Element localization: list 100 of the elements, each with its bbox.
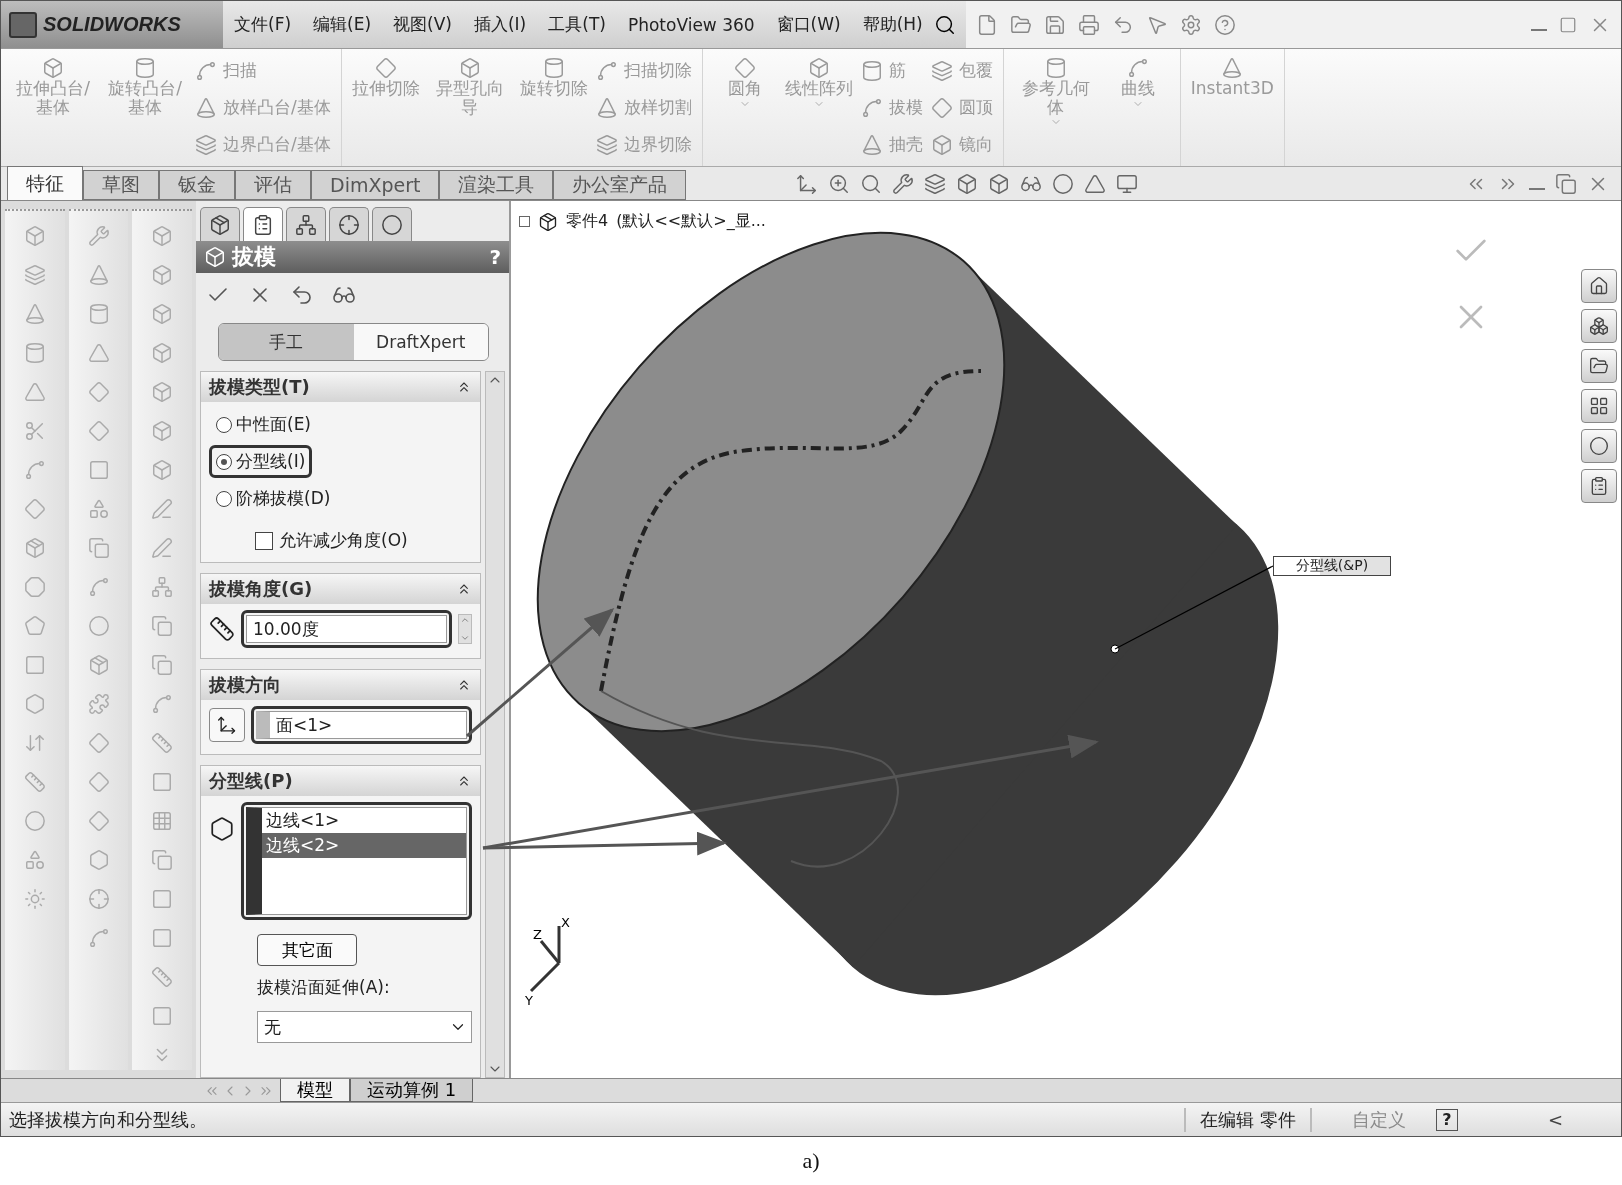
- circle-icon: [87, 615, 110, 637]
- list-item[interactable]: 边线<1>: [262, 808, 466, 833]
- clipboard-icon: [1589, 476, 1609, 496]
- extension-dropdown[interactable]: 无: [257, 1011, 472, 1043]
- task-pane-button[interactable]: [1581, 469, 1617, 503]
- radio-option[interactable]: 分型线(I): [209, 445, 313, 478]
- square-icon: [151, 888, 174, 910]
- task-pane-button[interactable]: [1581, 429, 1617, 463]
- menu-item[interactable]: 视图(V): [382, 13, 463, 36]
- menu-item[interactable]: 工具(T): [537, 13, 617, 36]
- task-pane-button[interactable]: [1581, 269, 1617, 303]
- checkbox[interactable]: 允许减少角度(O): [255, 529, 472, 552]
- help-button[interactable]: ?: [1435, 1108, 1458, 1131]
- menu-item[interactable]: 窗口(W): [765, 13, 852, 36]
- callout-label: 分型线(&P): [1273, 556, 1391, 576]
- angle-field[interactable]: 10.00度: [246, 615, 447, 643]
- shapes-icon: [23, 849, 46, 871]
- angle-icon: [209, 616, 235, 642]
- cube-icon: [807, 57, 830, 79]
- network-icon: [151, 576, 174, 598]
- pentagon-icon: [23, 615, 46, 637]
- sphere-icon: [1589, 436, 1609, 456]
- cone-icon: [595, 96, 618, 119]
- task-pane-button[interactable]: [1581, 349, 1617, 383]
- crosshair-icon: [87, 888, 110, 910]
- command-tab[interactable]: 评估: [235, 170, 311, 200]
- panel-tab[interactable]: [286, 207, 326, 241]
- settings-icon: [1179, 13, 1202, 36]
- monitor-icon: [1116, 172, 1139, 195]
- diamond-icon: [87, 810, 110, 832]
- diamond-icon: [87, 732, 110, 754]
- menu-item[interactable]: 插入(I): [462, 13, 538, 36]
- home-icon: [1589, 276, 1609, 296]
- menu-item[interactable]: 编辑(E): [302, 13, 383, 36]
- list-item[interactable]: 边线<2>: [262, 833, 466, 858]
- task-pane-button[interactable]: [1581, 309, 1617, 343]
- command-tab[interactable]: 草图: [83, 170, 159, 200]
- diamond-icon: [374, 57, 397, 79]
- menu-item[interactable]: 帮助(H): [851, 13, 934, 36]
- folder-icon: [1009, 13, 1032, 36]
- search-icon: [860, 172, 883, 195]
- scissors-icon: [23, 420, 46, 442]
- scrollbar[interactable]: [485, 371, 505, 1078]
- collapse-button[interactable]: <: [1547, 1109, 1563, 1130]
- command-tab[interactable]: DimXpert: [311, 170, 440, 200]
- reverse-direction-button[interactable]: [209, 708, 245, 742]
- other-faces-button[interactable]: 其它面: [257, 934, 357, 966]
- direction-field[interactable]: 面<1>: [256, 711, 467, 739]
- task-pane-button[interactable]: [1581, 389, 1617, 423]
- pen-icon: [151, 498, 174, 520]
- curve-icon: [87, 927, 110, 949]
- cylinder-icon: [860, 59, 883, 82]
- hexagon-icon: [209, 816, 235, 842]
- layers-icon: [195, 133, 217, 156]
- cube-icon: [151, 342, 174, 364]
- square-icon: [151, 1005, 174, 1027]
- bottom-tab[interactable]: 模型: [280, 1079, 350, 1102]
- status-mode: 在编辑 零件: [1184, 1107, 1312, 1132]
- diamond-icon: [23, 498, 46, 520]
- radio-option[interactable]: 中性面(E): [209, 408, 318, 441]
- cube-icon: [23, 225, 46, 247]
- curve-icon: [1126, 57, 1149, 79]
- grid-icon: [1589, 396, 1609, 416]
- command-tab[interactable]: 特征: [7, 166, 83, 200]
- curve-icon: [151, 693, 174, 715]
- panel-tab[interactable]: [243, 207, 283, 241]
- bottom-tab[interactable]: 运动算例 1: [350, 1079, 474, 1102]
- folder-icon: [1589, 356, 1609, 376]
- help-button[interactable]: ?: [489, 245, 501, 269]
- panel-tab[interactable]: [200, 207, 240, 241]
- grid-icon: [151, 810, 174, 832]
- layers-icon: [23, 264, 46, 286]
- section-icon: [924, 172, 947, 195]
- part-icon: [538, 211, 558, 232]
- field-label: 拔模沿面延伸(A):: [257, 976, 391, 999]
- panel-tab[interactable]: [329, 207, 369, 241]
- cube-icon: [151, 303, 174, 325]
- cone-icon: [860, 133, 883, 156]
- expand-toggle[interactable]: [519, 216, 530, 227]
- command-tab[interactable]: 渲染工具: [439, 170, 554, 200]
- command-tab[interactable]: 钣金: [159, 170, 235, 200]
- minimize-icon[interactable]: [1529, 187, 1545, 190]
- square-icon: [151, 927, 174, 949]
- square-icon: [151, 771, 174, 793]
- part-name[interactable]: 零件4: [566, 211, 609, 232]
- mode-toggle[interactable]: DraftXpert: [353, 324, 488, 360]
- panel-tab[interactable]: [372, 207, 412, 241]
- puzzle-icon: [87, 693, 110, 715]
- mode-toggle[interactable]: 手工: [219, 324, 354, 360]
- command-tab[interactable]: 办公室产品: [553, 170, 687, 200]
- maximize-icon: [1559, 15, 1577, 34]
- radio-option[interactable]: 阶梯拔模(D): [209, 482, 338, 515]
- curve-icon: [860, 96, 883, 119]
- clipboard-icon: [252, 213, 274, 236]
- menu-item[interactable]: PhotoView 360: [616, 14, 766, 35]
- minimize-icon[interactable]: [1531, 28, 1547, 31]
- circle-icon: [23, 810, 46, 832]
- up-icon: [460, 615, 470, 625]
- menu-item[interactable]: 文件(F): [223, 13, 303, 36]
- hexagon-icon: [23, 693, 46, 715]
